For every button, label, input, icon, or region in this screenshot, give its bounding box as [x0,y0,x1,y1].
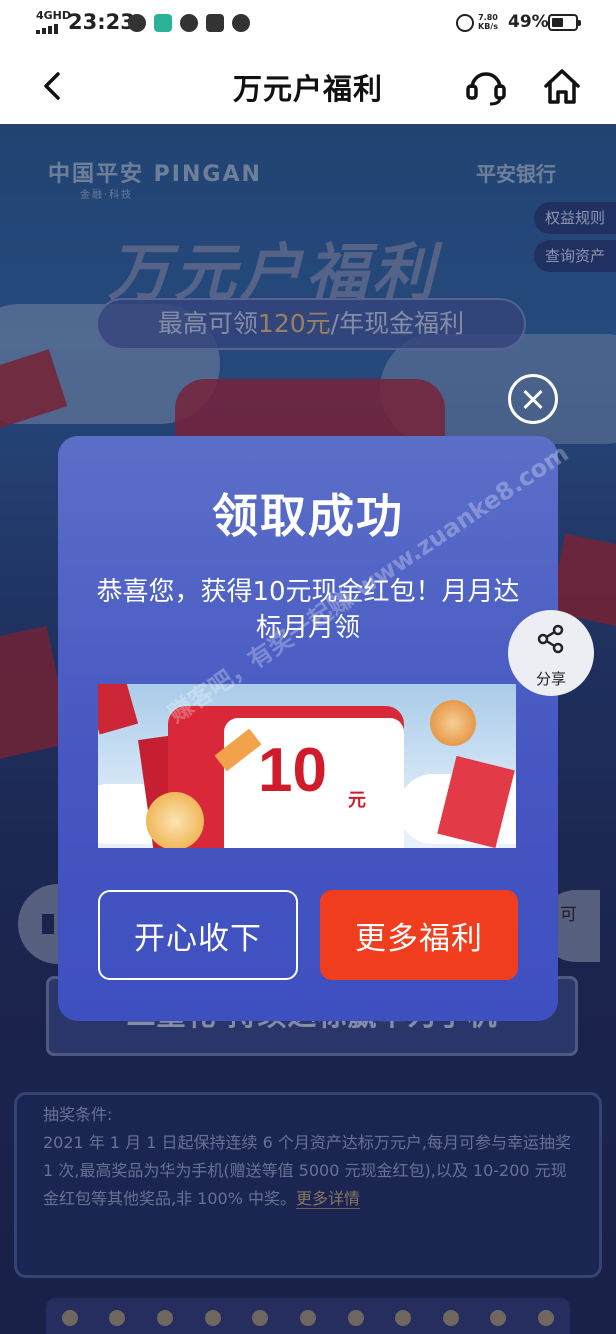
headset-icon[interactable] [464,66,508,106]
cloud-icon [232,14,250,32]
home-icon[interactable] [540,66,584,106]
battery-icon [548,14,581,31]
app-notification-icon [154,14,172,32]
nav-bar: 万元户福利 [0,48,616,124]
prize-amount: 10 [258,736,327,805]
share-icon [537,624,564,654]
notification-icons [128,14,250,32]
network-type: 4GHD [36,9,72,22]
close-icon[interactable] [508,374,558,424]
clock: 23:23 [68,10,135,34]
compass-icon [180,14,198,32]
battery-percent: 49% [508,12,549,32]
coin-icon [430,700,476,746]
page-title: 万元户福利 [232,72,383,106]
prize-unit: 元 [348,790,366,811]
red-envelope-decoration [98,684,139,735]
accept-button[interactable]: 开心收下 [98,890,298,980]
message-icon [128,14,146,32]
share-label: 分享 [535,670,566,688]
network-speed: 7.80 KB/s [478,13,498,31]
prize-image: 10 元 [98,684,516,848]
speed-value: 7.80 [478,13,498,22]
share-button[interactable]: 分享 [508,610,594,696]
status-bar: 4GHD 23:23 7.80 KB/s 49% [0,0,616,48]
alarm-icon [456,14,474,32]
speed-unit: KB/s [478,22,498,31]
payment-icon [206,14,224,32]
more-benefits-button[interactable]: 更多福利 [320,890,518,980]
signal-icon [36,22,64,34]
coin-icon [146,792,204,848]
